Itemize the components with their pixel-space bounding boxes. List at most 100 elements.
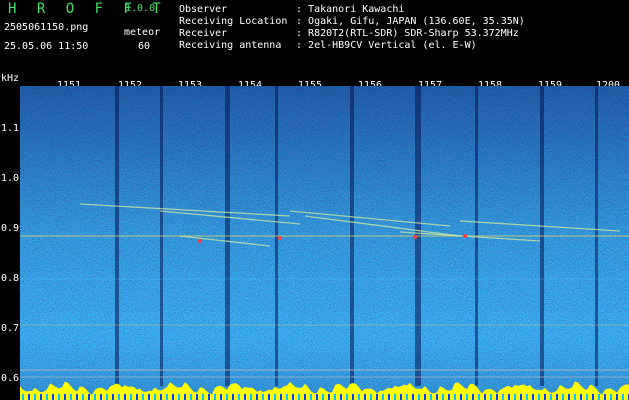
band-tick [286, 394, 288, 400]
spectrogram-canvas [20, 86, 629, 400]
band-tick [190, 394, 192, 400]
band-tick [142, 394, 144, 400]
y-tick-label: 1.1 [1, 123, 20, 134]
info-key: Observer [179, 4, 228, 15]
band-tick [328, 394, 330, 400]
y-tick-label: 0.7 [1, 323, 20, 334]
band-tick [112, 394, 114, 400]
band-tick [388, 394, 390, 400]
mode-label: meteor [124, 27, 161, 38]
band-tick [340, 394, 342, 400]
y-tick-label: 0.9 [1, 223, 20, 234]
band-tick [130, 394, 132, 400]
band-tick [484, 394, 486, 400]
band-tick [400, 394, 402, 400]
echo-peak [413, 235, 417, 239]
band-tick [310, 394, 312, 400]
info-key: Receiving Location [179, 16, 288, 27]
band-tick [454, 394, 456, 400]
band-tick [580, 394, 582, 400]
echo-peak [198, 239, 202, 243]
band-tick [28, 394, 30, 400]
band-tick [88, 394, 90, 400]
band-tick [94, 394, 96, 400]
band-tick [430, 394, 432, 400]
echo-peak [278, 236, 282, 240]
band-tick [616, 394, 618, 400]
band-tick [436, 394, 438, 400]
info-value: Takanori Kawachi [308, 4, 405, 15]
band-tick [292, 394, 294, 400]
info-value: R820T2(RTL-SDR) SDR-Sharp 53.372MHz [308, 28, 519, 39]
band-tick [100, 394, 102, 400]
band-tick [82, 394, 84, 400]
station-info-row: Observer: Takanori Kawachi [179, 4, 405, 15]
band-tick [622, 394, 624, 400]
band-tick [154, 394, 156, 400]
band-tick [280, 394, 282, 400]
band-tick [376, 394, 378, 400]
band-tick [214, 394, 216, 400]
band-tick [172, 394, 174, 400]
y-tick-label: 1.0 [1, 173, 20, 184]
band-tick [406, 394, 408, 400]
band-tick [316, 394, 318, 400]
band-tick [598, 394, 600, 400]
band-tick [196, 394, 198, 400]
band-tick [538, 394, 540, 400]
band-tick [322, 394, 324, 400]
spectrogram [20, 86, 629, 400]
band-tick [364, 394, 366, 400]
band-tick [136, 394, 138, 400]
echo-peak [463, 234, 467, 238]
band-tick [604, 394, 606, 400]
station-info: Observer: Takanori Kawachi Receiving Loc… [179, 4, 525, 52]
band-tick [520, 394, 522, 400]
band-tick [556, 394, 558, 400]
band-tick [472, 394, 474, 400]
band-tick [574, 394, 576, 400]
band-tick [592, 394, 594, 400]
info-value: Ogaki, Gifu, JAPAN (136.60E, 35.35N) [308, 16, 525, 27]
info-key: Receiver [179, 28, 228, 39]
band-tick [46, 394, 48, 400]
band-tick [568, 394, 570, 400]
timestamp: 25.05.06 11:50 [4, 41, 89, 52]
band-tick [262, 394, 264, 400]
count-value: 60 [138, 41, 151, 52]
y-tick-label: 0.8 [1, 273, 20, 284]
noise-gradient [20, 86, 629, 400]
band-tick [52, 394, 54, 400]
band-tick [442, 394, 444, 400]
band-tick [40, 394, 42, 400]
band-tick [502, 394, 504, 400]
band-tick [304, 394, 306, 400]
band-tick [184, 394, 186, 400]
band-tick [76, 394, 78, 400]
band-tick [448, 394, 450, 400]
band-tick [532, 394, 534, 400]
band-tick [238, 394, 240, 400]
band-tick [370, 394, 372, 400]
station-info-row: Receiver: R820T2(RTL-SDR) SDR-Sharp 53.3… [179, 28, 519, 39]
band-tick [334, 394, 336, 400]
band-tick [478, 394, 480, 400]
band-tick [256, 394, 258, 400]
band-tick [124, 394, 126, 400]
band-tick [412, 394, 414, 400]
band-tick [394, 394, 396, 400]
band-tick [514, 394, 516, 400]
band-tick [382, 394, 384, 400]
band-tick [208, 394, 210, 400]
band-tick [274, 394, 276, 400]
band-tick [352, 394, 354, 400]
band-tick [508, 394, 510, 400]
y-tick-label: 0.6 [1, 373, 20, 384]
app-version: 1.0.0 [125, 3, 156, 14]
band-tick [64, 394, 66, 400]
band-tick [220, 394, 222, 400]
band-tick [118, 394, 120, 400]
station-info-row: Receiving antenna: 2el-HB9CV Vertical (e… [179, 40, 477, 51]
band-tick [226, 394, 228, 400]
band-tick [268, 394, 270, 400]
